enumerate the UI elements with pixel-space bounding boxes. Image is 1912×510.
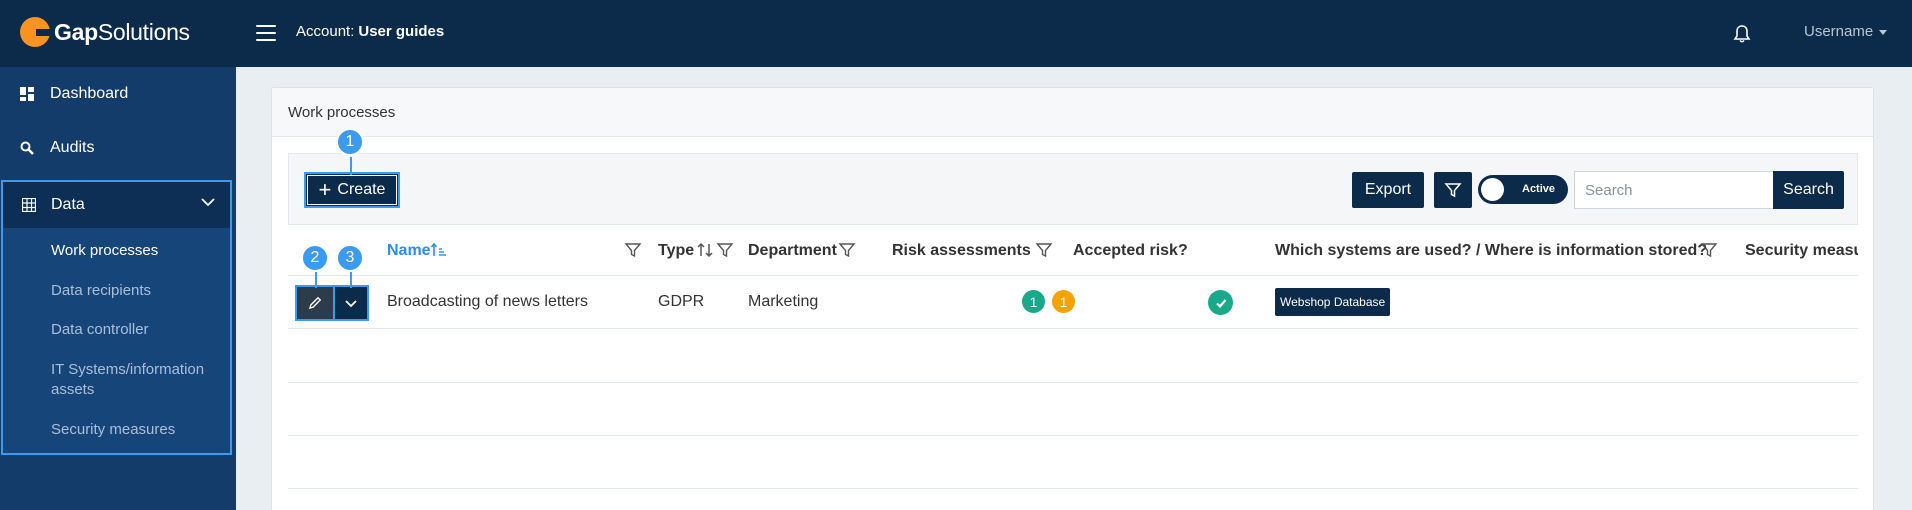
pencil-icon [309, 296, 322, 309]
row-actions [295, 285, 369, 321]
filter-button[interactable] [1434, 172, 1472, 208]
top-navbar: GapSolutions Account: User guides Usernam… [0, 0, 1912, 67]
sidebar-item-dashboard[interactable]: Dashboard [0, 67, 236, 121]
sort-ascending-icon[interactable] [430, 241, 448, 259]
brand-logo[interactable]: GapSolutions [20, 17, 190, 47]
sidebar-item-label: Dashboard [50, 85, 129, 102]
column-header-security-measures[interactable]: Security measu [1745, 242, 1858, 260]
step-marker: 1 [336, 128, 364, 156]
sidebar-subitem-work-processes[interactable]: Work processes [51, 241, 221, 261]
dashboard-icon [20, 87, 34, 101]
card-header: Work processes [272, 88, 1873, 137]
toggle-knob [1481, 178, 1504, 201]
table-row-empty [288, 330, 1858, 383]
system-tag: Webshop Database [1275, 288, 1391, 316]
sidebar: Dashboard Audits Data Work processes Dat… [0, 67, 236, 510]
bell-icon[interactable] [1733, 24, 1751, 44]
sidebar-subitem-security-measures[interactable]: Security measures [51, 420, 221, 440]
sidebar-item-data[interactable]: Data [3, 182, 230, 228]
sidebar-subitem-data-recipients[interactable]: Data recipients [51, 281, 221, 301]
marker-line [350, 272, 352, 288]
sidebar-item-audits[interactable]: Audits [0, 121, 236, 175]
check-circle-icon [1208, 290, 1233, 315]
menu-toggle-icon[interactable] [256, 25, 276, 41]
sidebar-item-label: Audits [50, 139, 95, 156]
table-row-empty [288, 383, 1858, 436]
sidebar-group-data: Data Work processes Data recipients Data… [1, 180, 232, 455]
search-input[interactable] [1574, 171, 1774, 209]
toolbar: + Create Export Active Search [288, 153, 1858, 225]
export-button[interactable]: Export [1352, 172, 1424, 208]
account-label: Account: [296, 23, 355, 40]
sidebar-subitem-it-systems[interactable]: IT Systems/information assets [51, 360, 221, 400]
caret-down-icon [1879, 29, 1888, 35]
table-header: Name Type Department Risk assessments Ac… [288, 226, 1858, 276]
filter-icon [1444, 183, 1462, 198]
edit-button[interactable] [297, 287, 333, 319]
column-header-accepted-risk[interactable]: Accepted risk? [1073, 242, 1188, 260]
risk-count-badge[interactable]: 1 [1052, 290, 1075, 313]
step-marker: 3 [336, 244, 364, 272]
chevron-down-icon [345, 300, 357, 308]
marker-line [350, 157, 352, 175]
column-header-department[interactable]: Department [748, 242, 837, 260]
column-header-systems[interactable]: Which systems are used? / Where is infor… [1275, 242, 1707, 260]
filter-icon[interactable] [624, 241, 642, 259]
account-value: User guides [358, 23, 445, 40]
table-row[interactable]: Broadcasting of news letters GDPR Market… [288, 276, 1858, 329]
filter-icon[interactable] [838, 241, 856, 259]
filter-icon[interactable] [1035, 241, 1053, 259]
column-header-name[interactable]: Name [387, 242, 431, 260]
account-indicator: Account: User guides [296, 23, 444, 40]
column-header-type[interactable]: Type [658, 242, 694, 260]
cell-department: Marketing [748, 293, 819, 310]
cell-name[interactable]: Broadcasting of news letters [387, 293, 588, 311]
work-processes-card: Work processes + Create Export Active Sea… [271, 87, 1874, 510]
sidebar-subitem-data-controller[interactable]: Data controller [51, 320, 221, 340]
brand-name: GapSolutions [54, 18, 190, 45]
work-processes-table: Name Type Department Risk assessments Ac… [288, 226, 1858, 510]
sidebar-item-label: Data [51, 196, 85, 213]
toggle-label: Active [1522, 183, 1556, 195]
table-icon [22, 198, 36, 212]
cell-type: GDPR [658, 293, 705, 310]
active-toggle[interactable]: Active [1478, 175, 1568, 204]
sort-icon[interactable] [696, 241, 714, 259]
chevron-down-icon [201, 198, 215, 207]
step-marker: 2 [301, 244, 329, 272]
user-menu[interactable]: Username [1804, 23, 1888, 40]
marker-line [315, 272, 317, 288]
logo-mark [20, 17, 52, 47]
plus-icon: + [318, 177, 332, 202]
column-header-risk-assessments[interactable]: Risk assessments [892, 242, 1031, 260]
filter-icon[interactable] [716, 241, 734, 259]
page-title: Work processes [288, 104, 396, 121]
search-icon [20, 141, 34, 155]
risk-count-badge[interactable]: 1 [1022, 290, 1045, 313]
search-button[interactable]: Search [1773, 171, 1844, 209]
row-dropdown-button[interactable] [333, 287, 367, 319]
table-row-empty [288, 436, 1858, 489]
filter-icon[interactable] [1700, 241, 1718, 259]
create-button[interactable]: + Create [304, 172, 400, 208]
